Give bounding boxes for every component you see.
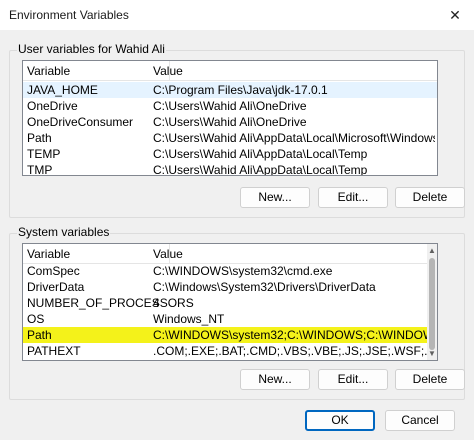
- variable-value-cell: C:\Users\Wahid Ali\AppData\Local\Temp: [153, 163, 368, 176]
- system-edit-button[interactable]: Edit...: [318, 369, 388, 390]
- variable-value-cell: C:\Windows\System32\Drivers\DriverData: [153, 280, 376, 294]
- column-header-variable[interactable]: Variable: [27, 247, 70, 261]
- variable-value-cell: Windows_NT: [153, 312, 225, 326]
- window-title: Environment Variables: [9, 8, 129, 22]
- variable-name-cell: OneDriveConsumer: [27, 115, 134, 129]
- variable-name-cell: Path: [27, 328, 52, 342]
- variable-name-cell: TEMP: [27, 147, 61, 161]
- user-list-header: Variable Value: [23, 61, 437, 81]
- cancel-button[interactable]: Cancel: [385, 410, 455, 431]
- system-new-button[interactable]: New...: [240, 369, 310, 390]
- title-bar: Environment Variables ✕: [0, 0, 474, 30]
- variable-value-cell: C:\Users\Wahid Ali\OneDrive: [153, 115, 307, 129]
- variable-name-cell: OS: [27, 312, 45, 326]
- user-delete-button[interactable]: Delete: [395, 187, 465, 208]
- table-row[interactable]: TMP C:\Users\Wahid Ali\AppData\Local\Temp: [23, 162, 437, 176]
- system-delete-button[interactable]: Delete: [395, 369, 465, 390]
- system-variables-list[interactable]: Variable Value ComSpec C:\WINDOWS\system3…: [22, 243, 438, 361]
- table-row[interactable]: OneDrive C:\Users\Wahid Ali\OneDrive: [23, 98, 437, 114]
- system-list-header: Variable Value: [23, 244, 437, 264]
- variable-value-cell: C:\WINDOWS\system32;C:\WINDOWS;C:\WINDOW…: [153, 328, 435, 342]
- table-row[interactable]: JAVA_HOME C:\Program Files\Java\jdk-17.0.…: [23, 82, 437, 98]
- variable-name-cell: PATHEXT: [27, 344, 81, 358]
- column-header-value[interactable]: Value: [153, 247, 183, 261]
- variable-value-cell: C:\Users\Wahid Ali\OneDrive: [153, 99, 307, 113]
- column-header-variable[interactable]: Variable: [27, 64, 70, 78]
- table-row[interactable]: TEMP C:\Users\Wahid Ali\AppData\Local\Tem…: [23, 146, 437, 162]
- user-new-button[interactable]: New...: [240, 187, 310, 208]
- system-list-scrollbar[interactable]: ▲ ▼: [427, 244, 437, 360]
- user-variables-list[interactable]: Variable Value JAVA_HOME C:\Program Files…: [22, 60, 438, 176]
- table-row[interactable]: PATHEXT .COM;.EXE;.BAT;.CMD;.VBS;.VBE;.JS…: [23, 343, 437, 359]
- user-edit-button[interactable]: Edit...: [318, 187, 388, 208]
- ok-button[interactable]: OK: [305, 410, 375, 431]
- variable-value-cell: .COM;.EXE;.BAT;.CMD;.VBS;.VBE;.JS;.JSE;.…: [153, 344, 435, 358]
- system-variables-label: System variables: [17, 225, 111, 239]
- table-row[interactable]: DriverData C:\Windows\System32\Drivers\Dr…: [23, 279, 437, 295]
- variable-value-cell: C:\Users\Wahid Ali\AppData\Local\Temp: [153, 147, 368, 161]
- table-row[interactable]: Path C:\Users\Wahid Ali\AppData\Local\Mic…: [23, 130, 437, 146]
- variable-name-cell: Path: [27, 131, 52, 145]
- table-row[interactable]: ComSpec C:\WINDOWS\system32\cmd.exe: [23, 263, 437, 279]
- table-row[interactable]: NUMBER_OF_PROCESSORS 4: [23, 295, 437, 311]
- variable-name-cell: ComSpec: [27, 264, 80, 278]
- column-header-value[interactable]: Value: [153, 64, 183, 78]
- variable-value-cell: C:\Users\Wahid Ali\AppData\Local\Microso…: [153, 131, 435, 145]
- table-row[interactable]: PROCESSOR_ARCHITECTUREAMD64: [23, 359, 437, 360]
- scroll-thumb[interactable]: [429, 258, 435, 350]
- variable-name-cell: OneDrive: [27, 99, 78, 113]
- variable-value-cell: AMD64: [153, 359, 193, 360]
- variable-value-cell: C:\WINDOWS\system32\cmd.exe: [153, 264, 333, 278]
- variable-name-cell: NUMBER_OF_PROCESSORS: [27, 296, 194, 310]
- variable-name-cell: TMP: [27, 163, 53, 176]
- variable-name-cell: JAVA_HOME: [27, 83, 98, 97]
- variable-value-cell: C:\Program Files\Java\jdk-17.0.1: [153, 83, 328, 97]
- scroll-down-icon[interactable]: ▼: [427, 348, 437, 360]
- table-row[interactable]: OneDriveConsumer C:\Users\Wahid Ali\OneDr…: [23, 114, 437, 130]
- close-icon[interactable]: ✕: [445, 5, 465, 25]
- table-row[interactable]: Path C:\WINDOWS\system32;C:\WINDOWS;C:\WI…: [23, 327, 437, 343]
- variable-value-cell: 4: [153, 296, 160, 310]
- user-variables-label: User variables for Wahid Ali: [17, 42, 166, 56]
- table-row[interactable]: OS Windows_NT: [23, 311, 437, 327]
- variable-name-cell: DriverData: [27, 280, 85, 294]
- scroll-up-icon[interactable]: ▲: [427, 245, 437, 257]
